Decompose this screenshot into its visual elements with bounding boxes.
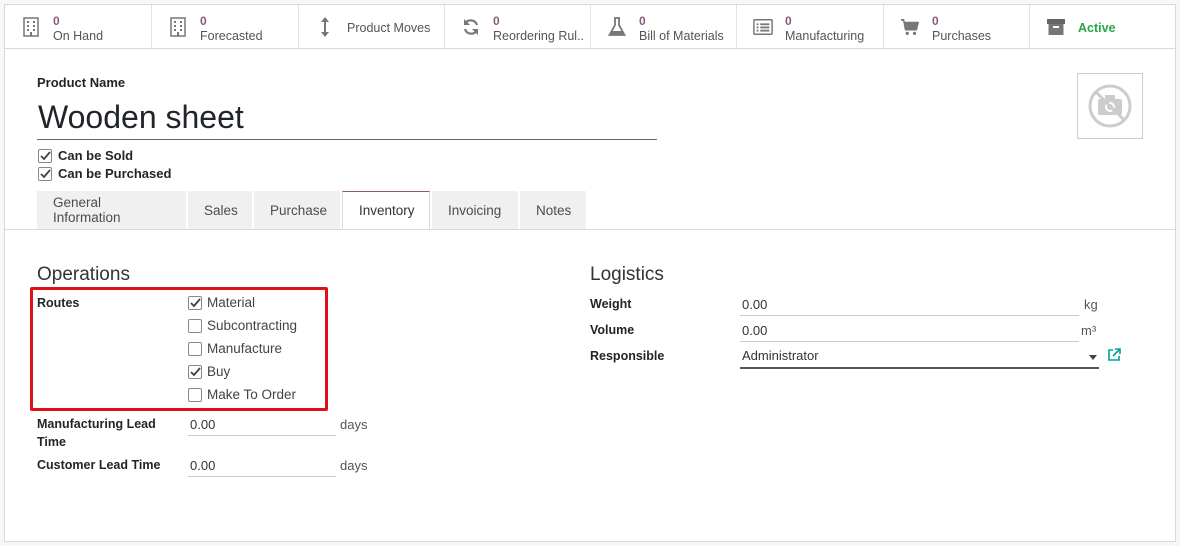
responsible-select[interactable]: Administrator [740, 346, 1099, 369]
route-material-label: Material [207, 295, 256, 310]
chevron-down-icon[interactable] [1089, 355, 1097, 360]
tab-invoicing[interactable]: Invoicing [432, 191, 518, 229]
camera-off-icon [1088, 84, 1132, 128]
route-subcontracting-label: Subcontracting [207, 318, 298, 333]
tab-notes[interactable]: Notes [520, 191, 586, 229]
purchases-button[interactable]: 0 Purchases [884, 5, 1030, 48]
notebook-tabs: General Information Sales Purchase Inven… [37, 191, 588, 230]
reordering-rules-button[interactable]: 0 Reordering Rul... [445, 5, 591, 48]
reordering-rules-count: 0 [493, 14, 500, 28]
refresh-icon [461, 17, 481, 37]
manufacturing-lead-time-input[interactable]: 0.00 [188, 415, 336, 436]
weight-unit: kg [1084, 297, 1098, 312]
building-icon [168, 17, 188, 37]
route-buy[interactable]: Buy [188, 364, 230, 379]
checkmark-icon [189, 366, 201, 376]
archive-icon [1046, 17, 1066, 37]
manufacturing-button[interactable]: 0 Manufacturing [737, 5, 884, 48]
active-label: Active [1078, 21, 1116, 35]
manufacturing-lead-time-label: Manufacturing Lead Time [37, 417, 156, 449]
operations-title: Operations [37, 264, 130, 285]
building-icon [21, 17, 41, 37]
routes-label: Routes [37, 296, 80, 310]
route-manufacture[interactable]: Manufacture [188, 341, 282, 356]
bill-of-materials-button[interactable]: 0 Bill of Materials [591, 5, 737, 48]
responsible-label: Responsible [590, 349, 665, 363]
route-buy-label: Buy [207, 364, 231, 379]
product-moves-label: Product Moves [347, 21, 431, 35]
route-make-to-order-checkbox[interactable] [188, 387, 202, 402]
purchases-label: Purchases [932, 29, 992, 43]
arrows-vertical-icon [315, 17, 335, 37]
volume-input[interactable]: 0.00 [740, 321, 1079, 342]
on-hand-label: On Hand [53, 29, 104, 43]
manufacturing-count: 0 [785, 14, 792, 28]
can-be-purchased-row: Can be Purchased [38, 166, 171, 181]
route-make-to-order-label: Make To Order [207, 387, 297, 402]
can-be-sold-checkbox[interactable] [38, 148, 52, 163]
weight-label: Weight [590, 297, 632, 311]
product-name-label: Product Name [37, 75, 126, 90]
external-link-icon[interactable] [1107, 348, 1121, 367]
route-material[interactable]: Material [188, 295, 255, 310]
forecasted-count: 0 [200, 14, 207, 28]
can-be-purchased-label: Can be Purchased [58, 166, 172, 181]
smart-button-bar: 0 On Hand 0 Forecasted Product Moves 0 R… [5, 5, 1175, 49]
logistics-title: Logistics [590, 264, 664, 285]
route-material-checkbox[interactable] [188, 295, 202, 310]
tab-sales[interactable]: Sales [188, 191, 252, 229]
bom-count: 0 [639, 14, 646, 28]
tab-purchase[interactable]: Purchase [254, 191, 340, 229]
route-manufacture-checkbox[interactable] [188, 341, 202, 356]
reordering-rules-label: Reordering Rul... [493, 29, 584, 43]
forecasted-button[interactable]: 0 Forecasted [152, 5, 299, 48]
customer-lead-time-label: Customer Lead Time [37, 458, 161, 472]
can-be-purchased-checkbox[interactable] [38, 166, 52, 181]
active-toggle-button[interactable]: Active [1030, 5, 1175, 48]
route-subcontracting[interactable]: Subcontracting [188, 318, 297, 333]
can-be-sold-label: Can be Sold [58, 148, 134, 163]
list-alt-icon [753, 17, 773, 37]
on-hand-button[interactable]: 0 On Hand [5, 5, 152, 48]
tab-general-information[interactable]: General Information [37, 191, 186, 229]
weight-input[interactable]: 0.00 [740, 295, 1079, 316]
volume-unit: m³ [1081, 323, 1097, 338]
route-make-to-order[interactable]: Make To Order [188, 387, 296, 402]
product-image[interactable] [1077, 73, 1143, 139]
product-moves-button[interactable]: Product Moves [299, 5, 445, 48]
tab-divider [5, 229, 1175, 230]
volume-label: Volume [590, 323, 635, 337]
route-manufacture-label: Manufacture [207, 341, 283, 356]
flask-icon [607, 17, 627, 37]
tab-inventory[interactable]: Inventory [342, 191, 430, 230]
route-buy-checkbox[interactable] [188, 364, 202, 379]
customer-lead-time-unit: days [340, 458, 368, 473]
manufacturing-label: Manufacturing [785, 29, 865, 43]
checkmark-icon [189, 297, 201, 307]
product-name-input[interactable]: Wooden sheet [37, 96, 657, 140]
bom-label: Bill of Materials [639, 29, 724, 43]
checkmark-icon [39, 168, 51, 178]
purchases-count: 0 [932, 14, 939, 28]
customer-lead-time-input[interactable]: 0.00 [188, 456, 336, 477]
shopping-cart-icon [900, 17, 920, 37]
checkmark-icon [39, 150, 51, 160]
can-be-sold-row: Can be Sold [38, 148, 133, 163]
forecasted-label: Forecasted [200, 29, 263, 43]
manufacturing-lead-time-unit: days [340, 417, 368, 432]
on-hand-count: 0 [53, 14, 60, 28]
form-sheet: 0 On Hand 0 Forecasted Product Moves 0 R… [4, 4, 1176, 542]
route-subcontracting-checkbox[interactable] [188, 318, 202, 333]
responsible-value: Administrator [742, 348, 819, 363]
